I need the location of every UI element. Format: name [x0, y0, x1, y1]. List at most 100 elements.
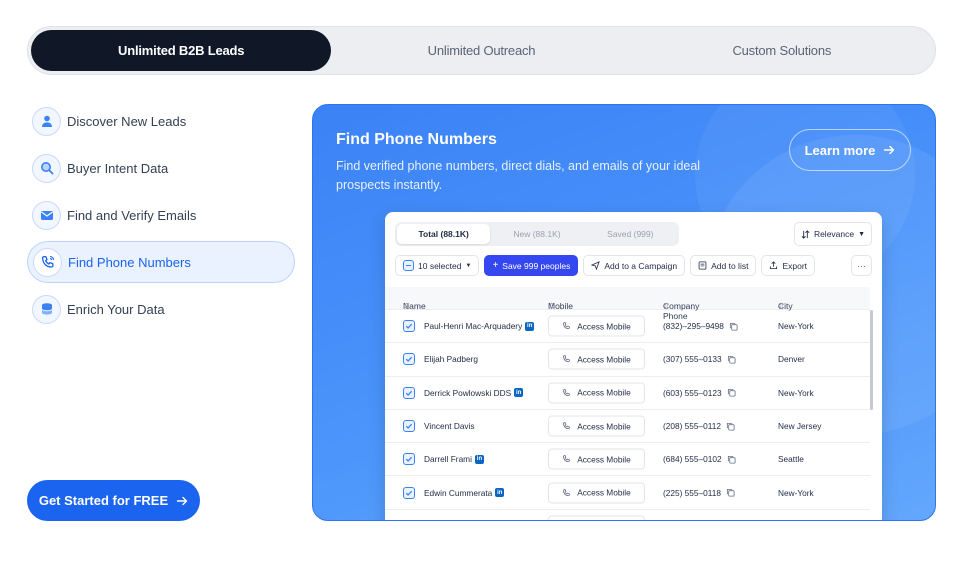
row-checkbox[interactable] [403, 486, 415, 499]
row-checkbox[interactable] [403, 320, 415, 333]
hero-description: Find verified phone numbers, direct dial… [336, 159, 701, 192]
access-mobile-label: Access Mobile [577, 354, 631, 365]
sidebar-item-label: Find Phone Numbers [68, 254, 191, 270]
arrow-right-icon [884, 145, 895, 155]
save-peoples-label: Save 999 peoples [502, 260, 571, 271]
sidebar-item-label: Find and Verify Emails [67, 207, 197, 223]
export-button[interactable]: Export [761, 255, 816, 276]
linkedin-icon[interactable]: in [514, 388, 524, 398]
sidebar-item-find-phone-numbers[interactable]: Find Phone Numbers [27, 241, 295, 283]
company-phone: (225) 555–0118 [663, 487, 721, 498]
sort-icon [801, 229, 810, 239]
access-mobile-label: Access Mobile [577, 387, 631, 398]
save-peoples-button[interactable]: + Save 999 peoples [484, 255, 579, 276]
lead-name-cell: Derrick Powlowski DDS in [424, 387, 524, 398]
lead-name-cell: Darrell Frami in [424, 454, 484, 464]
access-mobile-button[interactable]: Access Mobile [548, 482, 645, 504]
company-phone-cell: (832)–295–9498 [663, 321, 738, 331]
copy-icon[interactable] [726, 422, 735, 431]
copy-icon[interactable] [726, 488, 735, 497]
phone-icon [33, 247, 62, 277]
company-phone-cell: (225) 555–0118 [663, 488, 735, 498]
copy-icon[interactable] [727, 388, 736, 397]
feature-sidebar: Discover New Leads Buyer Intent Data Fin… [27, 100, 295, 335]
lead-name-cell: Elijah Padberg [424, 354, 478, 364]
sidebar-item-discover-new-leads[interactable]: Discover New Leads [27, 100, 295, 142]
learn-more-button[interactable]: Learn more [789, 129, 911, 171]
tab-custom-solutions[interactable]: Custom Solutions [632, 30, 932, 71]
send-icon [591, 261, 601, 270]
access-mobile-button[interactable]: Access Mobile [548, 448, 645, 470]
more-actions-button[interactable]: ··· [851, 255, 872, 276]
phone-icon [563, 322, 571, 330]
row-checkbox[interactable] [403, 519, 415, 520]
access-mobile-label: Access Mobile [577, 454, 631, 465]
lead-name: Vincent Davis [424, 421, 475, 432]
table-row[interactable]: Sidney PriceAccess Mobile(702) 555–0122N… [385, 510, 870, 520]
lead-name: Derrick Powlowski DDS [424, 387, 512, 398]
company-phone: (307) 555–0133 [663, 354, 722, 365]
sidebar-item-find-and-verify-emails[interactable]: Find and Verify Emails [27, 194, 295, 236]
lead-name: Darrell Frami [424, 454, 472, 465]
user-icon [32, 106, 61, 136]
table-scrollbar[interactable] [870, 310, 873, 410]
lead-name: Elijah Padberg [424, 354, 478, 365]
table-row[interactable]: Edwin Cummerata in Access Mobile (225) 555–… [385, 476, 870, 510]
bulk-actions-toolbar: 10 selected ▼ + Save 999 peoples Add to … [395, 255, 872, 276]
lead-name: Paul-Henri Mac-Arquadery [424, 321, 523, 332]
segment-total[interactable]: Total (88.1K) [397, 224, 491, 244]
city-cell: Seattle [778, 454, 804, 465]
lead-name-cell: Paul-Henri Mac-Arquadery in [424, 321, 535, 332]
access-mobile-button[interactable]: Access Mobile [548, 315, 645, 337]
access-mobile-label: Access Mobile [577, 321, 631, 332]
sort-dropdown[interactable]: Relevance ▼ [794, 222, 872, 246]
tab-unlimited-outreach[interactable]: Unlimited Outreach [331, 30, 631, 71]
access-mobile-button[interactable]: Access Mobile [548, 382, 645, 404]
leads-table-preview: Total (88.1K) New (88.1K) Saved (999) Re… [385, 212, 882, 520]
sidebar-item-enrich-your-data[interactable]: Enrich Your Data [27, 288, 295, 330]
copy-icon[interactable] [729, 322, 738, 331]
access-mobile-button[interactable]: Access Mobile [548, 348, 645, 370]
segment-new[interactable]: New (88.1K) [490, 224, 583, 244]
partial-check-icon [403, 260, 414, 271]
add-to-list-button[interactable]: Add to list [690, 255, 757, 276]
company-phone: (832)–295–9498 [663, 321, 724, 332]
add-to-campaign-button[interactable]: Add to a Campaign [583, 255, 686, 276]
lead-name: Edwin Cummerata [424, 487, 493, 498]
search-icon [32, 153, 61, 183]
segment-saved[interactable]: Saved (999) [584, 224, 677, 244]
check-icon [405, 390, 413, 396]
table-row[interactable]: Elijah Padberg Access Mobile (307) 555–013… [385, 343, 870, 377]
access-mobile-button[interactable]: Access Mobile [548, 515, 645, 520]
table-row[interactable]: Derrick Powlowski DDS in Access Mobile (603… [385, 377, 870, 410]
table-row[interactable]: Vincent Davis Access Mobile (208) 555–0112… [385, 410, 870, 444]
city-cell: New Jersey [778, 421, 822, 432]
access-mobile-label: Access Mobile [577, 421, 631, 432]
row-checkbox[interactable] [403, 420, 415, 433]
hero-title: Find Phone Numbers [336, 131, 497, 148]
table-header: Name ⇕ Mobile ⇕ Company Phone ⇕ City ⇕ [385, 287, 870, 321]
selection-dropdown[interactable]: 10 selected ▼ [395, 255, 480, 276]
check-icon [405, 323, 413, 330]
sidebar-item-label: Discover New Leads [67, 113, 187, 129]
company-phone-cell: (603) 555–0123 [663, 388, 736, 398]
tab-unlimited-b2b-leads[interactable]: Unlimited B2B Leads [31, 30, 332, 71]
city-cell: New-York [778, 321, 814, 332]
linkedin-icon[interactable]: in [474, 454, 484, 464]
lead-name-cell: Vincent Davis [424, 421, 475, 431]
row-checkbox[interactable] [403, 453, 415, 466]
get-started-button[interactable]: Get Started for FREE [27, 480, 200, 521]
table-row[interactable]: Paul-Henri Mac-Arquadery in Access Mobile (… [385, 310, 870, 344]
row-checkbox[interactable] [403, 386, 415, 399]
row-checkbox[interactable] [403, 353, 415, 366]
linkedin-icon[interactable]: in [525, 321, 535, 331]
plus-icon: + [492, 260, 499, 271]
list-icon [698, 261, 707, 270]
access-mobile-button[interactable]: Access Mobile [548, 415, 645, 437]
copy-icon[interactable] [727, 455, 736, 464]
copy-icon[interactable] [727, 355, 736, 364]
add-to-campaign-label: Add to a Campaign [604, 260, 678, 271]
table-row[interactable]: Darrell Frami in Access Mobile (684) 555–01… [385, 443, 870, 477]
sidebar-item-buyer-intent-data[interactable]: Buyer Intent Data [27, 147, 295, 189]
linkedin-icon[interactable]: in [495, 488, 505, 498]
